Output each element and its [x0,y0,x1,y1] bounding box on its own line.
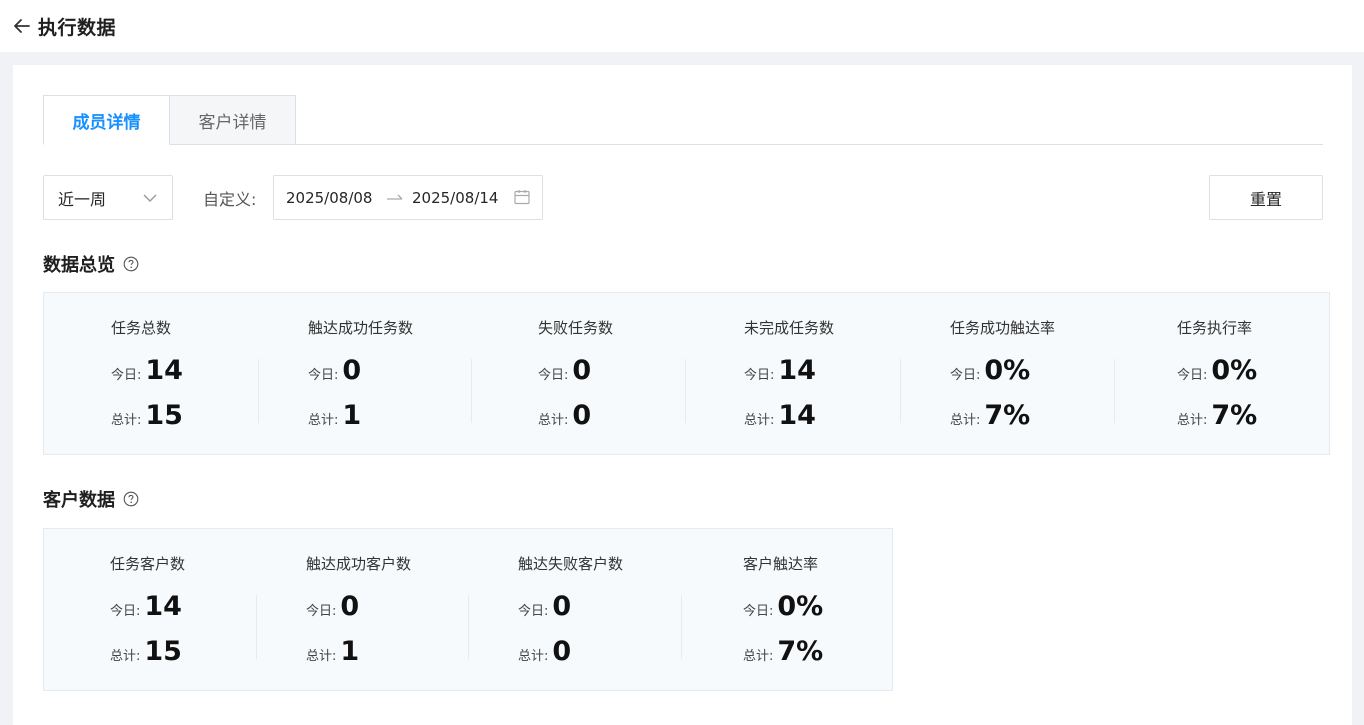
total-label: 总计: [538,413,569,428]
today-value: 0% [984,355,1031,386]
custom-range-label: 自定义: [203,189,257,209]
customer-title: 客户数据 [43,490,115,511]
tab-customer-details[interactable]: 客户详情 [170,95,296,145]
today-label: 今日: [538,368,569,383]
overview-section-title: 数据总览 [43,251,139,277]
total-label: 总计: [110,649,141,664]
total-label: 总计: [111,413,142,428]
stat-name: 未完成任务数 [744,319,835,337]
stat-name: 任务总数 [111,319,172,337]
today-label: 今日: [1177,368,1208,383]
stat-name: 触达成功客户数 [306,555,412,573]
today-value: 0 [552,591,572,622]
customer-panel: 任务客户数 今日: 14 总计: 15 触达成功客户数 今日: 0 总计: 1 触达失败… [43,528,893,691]
date-start[interactable]: 2025/08/08 [286,189,372,207]
today-label: 今日: [111,368,142,383]
today-value: 14 [778,355,816,386]
stat-divider [900,359,901,423]
stat-divider [468,595,469,659]
today-label: 今日: [744,368,775,383]
stat-name: 客户触达率 [743,555,819,573]
chevron-down-icon [142,190,158,210]
period-select[interactable]: 近一周 [43,175,173,220]
total-label: 总计: [308,413,339,428]
stat-divider [471,359,472,423]
stat-name: 任务执行率 [1177,319,1253,337]
arrow-left-icon[interactable] [12,15,34,37]
today-value: 0 [572,355,592,386]
stat-divider [258,359,259,423]
total-value: 7% [984,400,1031,431]
today-value: 0% [777,591,824,622]
today-value: 0 [342,355,362,386]
total-value: 1 [342,400,362,431]
today-label: 今日: [308,368,339,383]
total-value: 7% [1211,400,1258,431]
stat-name: 触达失败客户数 [518,555,624,573]
overview-title: 数据总览 [43,255,115,276]
overview-panel: 任务总数 今日: 14 总计: 15 触达成功任务数 今日: 0 总计: 1 失败任务数… [43,292,1330,455]
total-label: 总计: [744,413,775,428]
stat-divider [685,359,686,423]
stat-name: 任务客户数 [110,555,186,573]
stat-divider [681,595,682,659]
tab-member-details[interactable]: 成员详情 [43,95,170,145]
total-value: 14 [778,400,816,431]
main-card: 成员详情 客户详情 近一周 自定义: 2025/08/08 2025/08/14… [13,65,1352,725]
total-value: 7% [777,636,824,667]
calendar-icon [513,188,531,210]
total-label: 总计: [1177,413,1208,428]
today-label: 今日: [950,368,981,383]
today-label: 今日: [743,604,774,619]
total-value: 0 [552,636,572,667]
today-label: 今日: [518,604,549,619]
total-label: 总计: [306,649,337,664]
stat-name: 触达成功任务数 [308,319,414,337]
arrow-right-icon [386,190,404,210]
period-select-value: 近一周 [58,189,107,209]
today-value: 14 [144,591,182,622]
tab-bar: 成员详情 客户详情 [43,95,1323,145]
total-value: 15 [144,636,182,667]
date-end[interactable]: 2025/08/14 [412,189,498,207]
stat-divider [1114,359,1115,423]
date-range-picker[interactable]: 2025/08/08 2025/08/14 [273,175,543,220]
total-label: 总计: [950,413,981,428]
customer-section-title: 客户数据 [43,486,139,512]
reset-button[interactable]: 重置 [1209,175,1323,220]
question-circle-icon[interactable] [123,491,139,507]
total-value: 0 [572,400,592,431]
total-value: 1 [340,636,360,667]
question-circle-icon[interactable] [123,256,139,272]
stat-name: 失败任务数 [538,319,614,337]
today-label: 今日: [110,604,141,619]
stat-divider [256,595,257,659]
today-value: 0% [1211,355,1258,386]
total-label: 总计: [743,649,774,664]
page-title: 执行数据 [38,16,117,39]
today-label: 今日: [306,604,337,619]
today-value: 0 [340,591,360,622]
stat-name: 任务成功触达率 [950,319,1056,337]
top-bar: 执行数据 [0,0,1364,52]
today-value: 14 [145,355,183,386]
total-value: 15 [145,400,183,431]
total-label: 总计: [518,649,549,664]
